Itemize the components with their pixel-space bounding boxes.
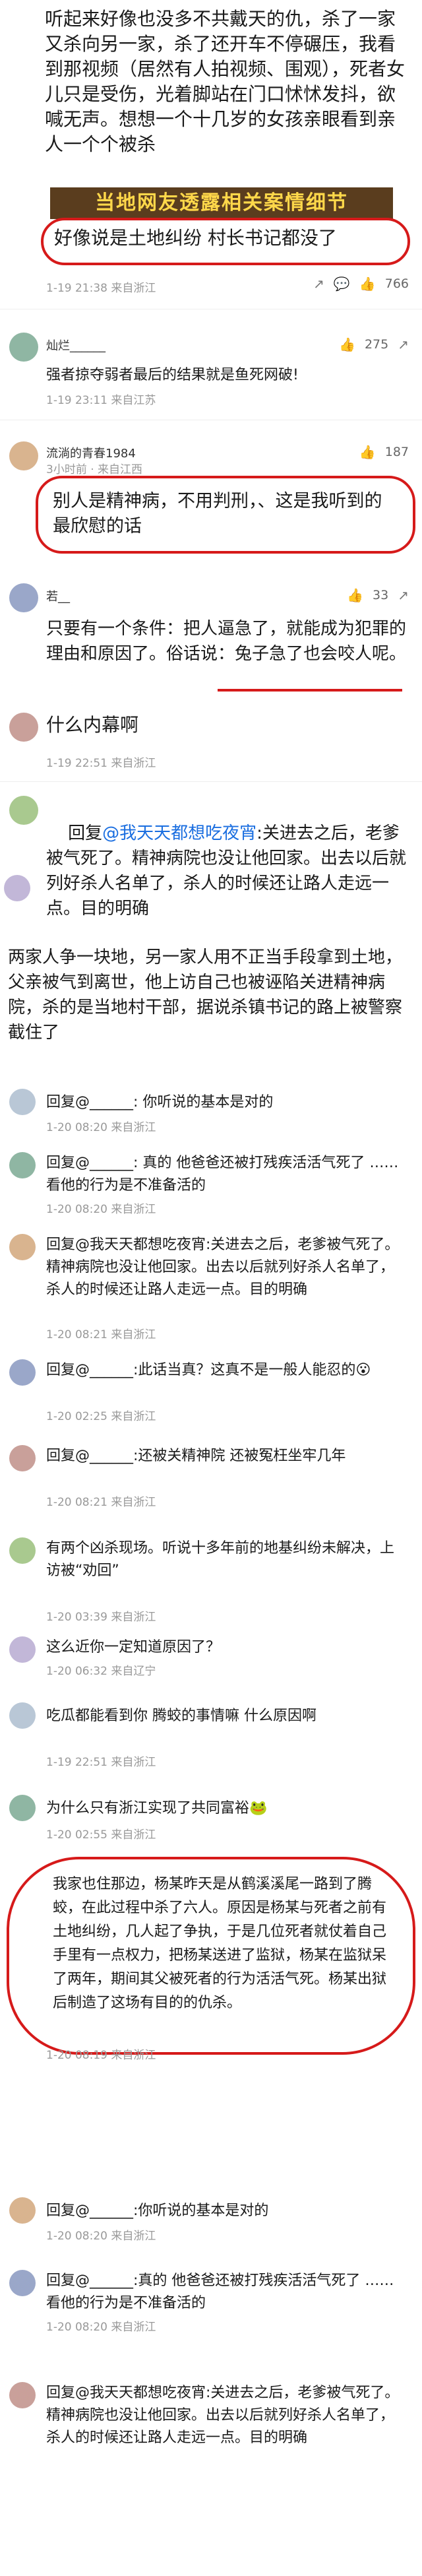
avatar[interactable]: [9, 2270, 36, 2296]
share-icon[interactable]: ↗: [313, 276, 324, 292]
thread-reply-meta: 1-20 03:39 来自浙江: [46, 1611, 156, 1624]
reply-mention[interactable]: @我天天都想吃夜宵: [102, 823, 256, 843]
comment-3-user[interactable]: 流淌的青春1984: [46, 444, 136, 461]
thread-reply-text: 这么近你一定知道原因了？: [46, 1639, 221, 1656]
avatar[interactable]: [9, 2197, 36, 2224]
reply-block-story: 两家人争一块地，另一家人用不正当手段拿到土地，父亲被气到离世，他上访自己也被诬陷…: [8, 948, 403, 1043]
avatar[interactable]: [9, 1537, 36, 1564]
like-icon[interactable]: 👍: [359, 276, 376, 292]
comment-1-meta: 1-19 21:38 来自浙江: [46, 282, 156, 295]
divider: [0, 781, 422, 782]
story-comment: 我家也住那边，杨某昨天是从鹤溪溪尾一路到了腾蛟，在此过程中杀了六人。原因是杨某与…: [0, 1854, 422, 2072]
comment-1-highlight: 好像说是土地纠纷 村长书记都没了: [54, 227, 337, 249]
thread-reply: 回复@______:还被关精神院 还被冤枉坐牢几年 1-20 08:21 来自浙…: [0, 1438, 422, 1524]
bottom-reply-text: 回复@我天天都想吃夜宵:关进去之后，老爹被气死了。精神病院也没让他回家。出去以后…: [46, 2385, 400, 2446]
avatar[interactable]: [9, 1359, 36, 1386]
story-comment-text: 我家也住那边，杨某昨天是从鹤溪溪尾一路到了腾蛟，在此过程中杀了六人。原因是杨某与…: [53, 1876, 387, 2011]
thread-reply-text: 回复@______:此话当真？这真不是一般人能忍的😮: [46, 1362, 371, 1378]
avatar[interactable]: [9, 1234, 36, 1260]
thread-reply: 回复@我天天都想吃夜宵:关进去之后，老爹被气死了。精神病院也没让他回家。出去以后…: [0, 1227, 422, 1353]
thread-reply: 这么近你一定知道原因了？ 1-20 06:32 来自辽宁: [0, 1630, 422, 1689]
thread-reply-meta: 1-19 22:51 来自浙江: [46, 1756, 156, 1769]
thread-reply: 吃瓜都能看到你 腾蛟的事情嘛 什么原因啊 1-19 22:51 来自浙江: [0, 1696, 422, 1775]
like-icon[interactable]: 👍: [339, 337, 355, 352]
like-icon[interactable]: 👍: [347, 587, 363, 603]
comment-2-text: 强者掠夺弱者最后的结果就是鱼死网破!: [46, 367, 299, 383]
reply-block-text: 回复@我天天都想吃夜宵:关进去之后，老爹被气死了。精神病院也没让他回家。出去以后…: [46, 796, 406, 946]
thread-reply-meta: 1-20 08:20 来自浙江: [46, 1121, 156, 1134]
avatar[interactable]: [9, 1445, 36, 1471]
comment-3-text: 别人是精神病，不用判刑，、这是我听到的最欣慰的话: [53, 491, 382, 536]
avatar[interactable]: [9, 441, 38, 470]
comment-4-likes: 33: [373, 588, 389, 602]
comment-1: 听起来好像也没多不共戴天的仇，杀了一家又杀向另一家，杀了还开车不停碾压，我看到那…: [0, 0, 422, 309]
comment-1-likes: 766: [384, 276, 409, 291]
comment-1-text: 听起来好像也没多不共戴天的仇，杀了一家又杀向另一家，杀了还开车不停碾压，我看到那…: [45, 8, 406, 155]
thread-reply-text: 为什么只有浙江实现了共同富裕🐸: [46, 1800, 268, 1817]
comment-3: 流淌的青春1984 👍 187 3小时前 · 来自江西 别人是精神病，不用判刑，…: [0, 426, 422, 567]
comment-4-actions: 👍 33 ↗: [347, 587, 409, 603]
thread-reply-meta: 1-20 08:21 来自浙江: [46, 1328, 156, 1341]
avatar[interactable]: [9, 1702, 36, 1729]
comment-2-actions: 👍 275 ↗: [339, 337, 409, 352]
avatar[interactable]: [9, 2382, 36, 2408]
bottom-reply-text: 回复@______:真的 他爸爸还被打残疾活活气死了 ……看他的行为是不准备活的: [46, 2272, 394, 2311]
avatar[interactable]: [9, 333, 38, 362]
avatar[interactable]: [9, 583, 38, 612]
reply-block: 回复@我天天都想吃夜宵:关进去之后，老爹被气死了。精神病院也没让他回家。出去以后…: [0, 789, 422, 1079]
comment-2-likes: 275: [364, 337, 389, 352]
comment-4-text: 只要有一个条件：把人逼急了，就能成为犯罪的理由和原因了。俗话说：兔子急了也会咬人…: [46, 619, 407, 664]
bottom-reply: 回复@______:真的 他爸爸还被打残疾活活气死了 ……看他的行为是不准备活的…: [0, 2263, 422, 2362]
comment-2-meta: 1-19 23:11 来自江苏: [46, 394, 156, 407]
comment-3-actions: 👍 187: [359, 444, 409, 460]
thread-reply-meta: 1-20 08:21 来自浙江: [46, 1496, 156, 1509]
like-icon[interactable]: 👍: [359, 444, 376, 460]
avatar[interactable]: [9, 1089, 36, 1115]
thread-reply: 为什么只有浙江实现了共同富裕🐸 1-20 02:55 来自浙江: [0, 1788, 422, 1848]
avatar[interactable]: [9, 713, 38, 742]
thread-reply-meta: 1-20 06:32 来自辽宁: [46, 1665, 156, 1678]
comment-1-actions: ↗ 💬 👍 766: [313, 276, 409, 292]
thread-reply: 回复@______: 真的 他爸爸还被打残疾活活气死了 ……看他的行为是不准备活…: [0, 1145, 422, 1231]
avatar[interactable]: [9, 1636, 36, 1663]
thread-reply-text: 回复@______: 你听说的基本是对的: [46, 1094, 274, 1111]
comment-2-user[interactable]: 灿烂______: [46, 337, 106, 354]
thread-reply: 回复@______:此话当真？这真不是一般人能忍的😮 1-20 02:25 来自…: [0, 1353, 422, 1438]
avatar[interactable]: [9, 1152, 36, 1178]
comment-icon[interactable]: 💬: [334, 276, 350, 292]
thread-reply-meta: 1-20 08:20 来自浙江: [46, 1203, 156, 1216]
comment-1-banner: 当地网友透露相关案情细节: [50, 187, 393, 219]
thread-reply: 有两个凶杀现场。听说十多年前的地基纠纷未解决，上访被“劝回” 1-20 03:3…: [0, 1531, 422, 1630]
bottom-reply: 回复@______:你听说的基本是对的 1-20 08:20 来自浙江: [0, 2191, 422, 2250]
bottom-reply: 回复@我天天都想吃夜宵:关进去之后，老爹被气死了。精神病院也没让他回家。出去以后…: [0, 2375, 422, 2573]
share-icon[interactable]: ↗: [398, 337, 409, 352]
share-icon[interactable]: ↗: [398, 587, 409, 603]
comment-3-meta: 3小时前 · 来自江西: [46, 463, 143, 476]
bottom-reply-meta: 1-20 08:20 来自浙江: [46, 2321, 156, 2334]
comment-5-text: 什么内幕啊: [46, 714, 139, 736]
comment-5: 什么内幕啊 1-19 22:51 来自浙江: [0, 706, 422, 779]
thread-reply: 回复@______: 你听说的基本是对的 1-20 08:20 来自浙江: [0, 1082, 422, 1142]
comment-5-meta: 1-19 22:51 来自浙江: [46, 757, 156, 770]
comment-4-underline: [218, 689, 402, 692]
thread-reply-text: 吃瓜都能看到你 腾蛟的事情嘛 什么原因啊: [46, 1708, 316, 1724]
comment-4-user[interactable]: 若__: [46, 587, 70, 604]
story-comment-meta: 1-20 08:19 来自浙江: [46, 2049, 156, 2062]
avatar[interactable]: [9, 796, 38, 825]
comment-2: 灿烂______ 👍 275 ↗ 强者掠夺弱者最后的结果就是鱼死网破! 1-19…: [0, 317, 422, 416]
bottom-reply-meta: 1-20 08:20 来自浙江: [46, 2230, 156, 2243]
reply-prefix: 回复: [68, 823, 103, 843]
thread-reply-text: 回复@______: 真的 他爸爸还被打残疾活活气死了 ……看他的行为是不准备活…: [46, 1155, 399, 1194]
thread-reply-text: 有两个凶杀现场。听说十多年前的地基纠纷未解决，上访被“劝回”: [46, 1540, 395, 1579]
thread-reply-meta: 1-20 02:55 来自浙江: [46, 1828, 156, 1842]
thread-reply-meta: 1-20 02:25 来自浙江: [46, 1410, 156, 1423]
avatar[interactable]: [4, 875, 30, 901]
thread-reply-text: 回复@______:还被关精神院 还被冤枉坐牢几年: [46, 1448, 346, 1464]
bottom-reply-text: 回复@______:你听说的基本是对的: [46, 2203, 269, 2219]
avatar[interactable]: [9, 1795, 36, 1821]
comment-4: 若__ 👍 33 ↗ 只要有一个条件：把人逼急了，就能成为犯罪的理由和原因了。俗…: [0, 574, 422, 706]
comment-3-likes: 187: [384, 445, 409, 459]
thread-reply-text: 回复@我天天都想吃夜宵:关进去之后，老爹被气死了。精神病院也没让他回家。出去以后…: [46, 1237, 400, 1298]
